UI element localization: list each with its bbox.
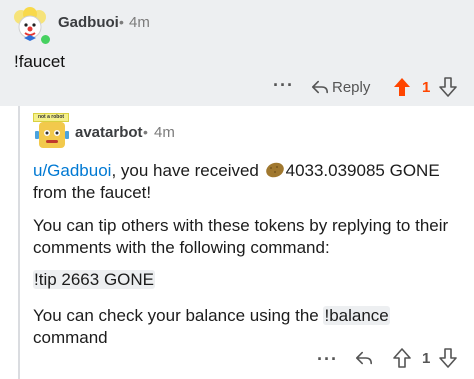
paragraph-text: , you have received bbox=[111, 161, 264, 180]
comment-paragraph: You can check your balance using the !ba… bbox=[33, 305, 468, 349]
vote-score: 1 bbox=[422, 79, 431, 96]
meta-separator: • bbox=[143, 124, 148, 140]
downvote-icon[interactable] bbox=[439, 77, 457, 97]
user-mention-link[interactable]: u/Gadbuoi bbox=[33, 161, 111, 180]
paragraph-text: You can check your balance using the bbox=[33, 306, 324, 325]
inline-code: !balance bbox=[323, 306, 390, 325]
comment-paragraph: You can tip others with these tokens by … bbox=[33, 216, 449, 257]
meta-separator: • bbox=[119, 14, 124, 30]
comment-author[interactable]: Gadbuoi bbox=[58, 14, 119, 31]
comment-paragraph: u/Gadbuoi, you have received 4033.039085… bbox=[33, 160, 463, 204]
reply-button[interactable]: Reply bbox=[332, 79, 370, 96]
potato-token-icon bbox=[265, 162, 284, 178]
tip-command-text: !tip 2663 GONE bbox=[33, 269, 156, 291]
upvote-icon[interactable] bbox=[393, 77, 411, 97]
reply-icon[interactable] bbox=[355, 349, 373, 367]
online-indicator bbox=[39, 33, 52, 46]
not-a-robot-badge: not a robot bbox=[33, 113, 69, 122]
comment-body: !faucet bbox=[14, 52, 66, 71]
more-options-button[interactable]: ··· bbox=[273, 75, 294, 96]
comment-timestamp: 4m bbox=[129, 14, 150, 31]
inline-code: !tip 2663 GONE bbox=[33, 270, 156, 289]
more-options-button[interactable]: ··· bbox=[317, 349, 338, 370]
reply-icon[interactable] bbox=[311, 78, 329, 96]
paragraph-text: command bbox=[33, 328, 108, 347]
thread-line[interactable] bbox=[18, 106, 20, 379]
vote-score: 1 bbox=[422, 350, 431, 367]
upvote-icon[interactable] bbox=[393, 348, 411, 368]
comment-author[interactable]: avatarbot bbox=[75, 124, 143, 141]
downvote-icon[interactable] bbox=[439, 348, 457, 368]
comment-timestamp: 4m bbox=[154, 124, 175, 141]
